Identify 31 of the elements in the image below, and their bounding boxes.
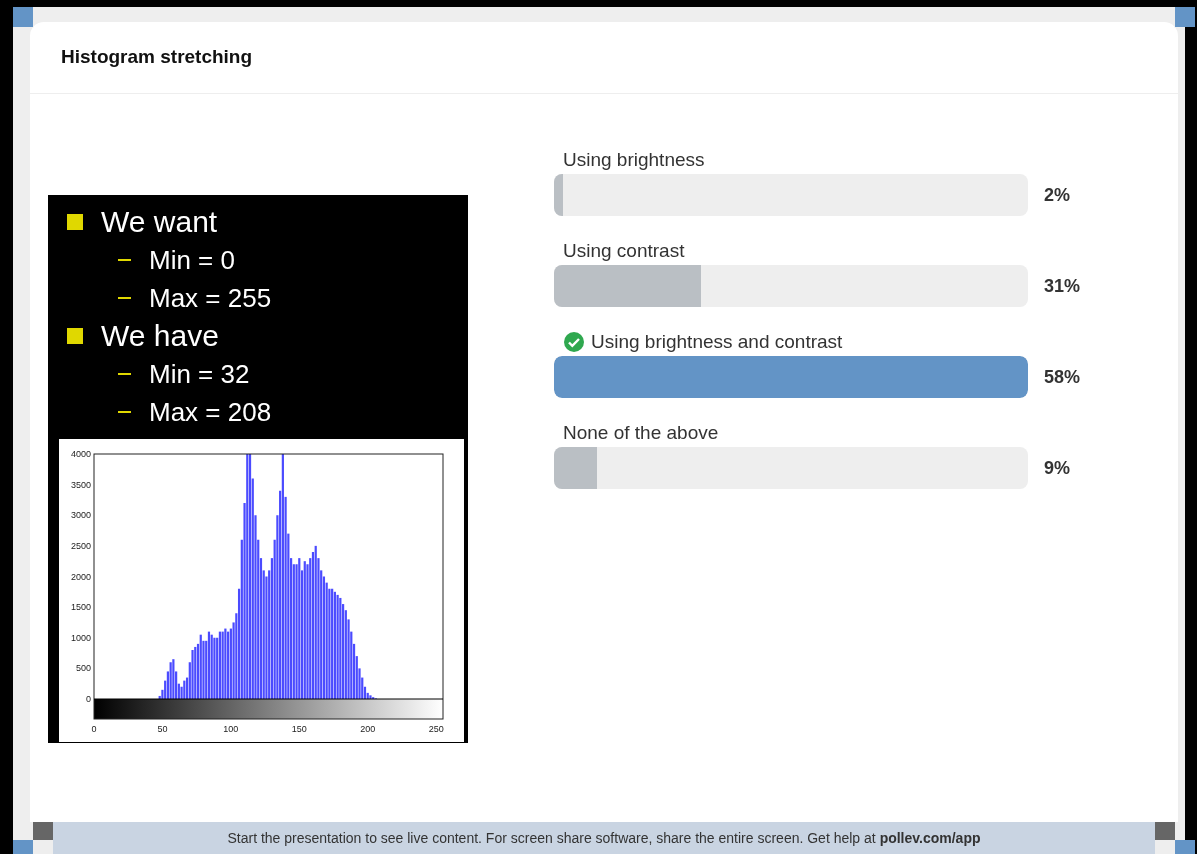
bullet-text: Max = 208 xyxy=(149,399,272,425)
percent-label: 31% xyxy=(1044,274,1081,298)
x-tick-label: 250 xyxy=(428,724,444,734)
percent-label: 9% xyxy=(1044,456,1070,480)
x-tick-label: 150 xyxy=(291,724,307,734)
option-label: None of the above xyxy=(563,420,719,445)
y-tick-label: 4000 xyxy=(70,449,91,459)
option-label: Using brightness xyxy=(563,147,705,172)
poll-title: Histogram stretching xyxy=(61,45,253,70)
option-label: Using brightness and contrast xyxy=(591,329,843,354)
y-tick-label: 1000 xyxy=(70,632,91,643)
bullet-text: Max = 255 xyxy=(149,285,272,311)
y-tick-label: 500 xyxy=(75,663,91,674)
percent-label: 58% xyxy=(1044,365,1081,389)
x-tick-label: 50 xyxy=(157,724,168,734)
percent-label: 2% xyxy=(1044,183,1070,207)
bullet-text: Min = 32 xyxy=(149,361,250,387)
footer-message: Start the presentation to see live content. For screen share software, share the entire screen. Get help at pollev.com/app xyxy=(227,828,981,848)
bullet-text: Min = 0 xyxy=(149,247,235,273)
y-tick-label: 1500 xyxy=(70,602,91,613)
x-tick-label: 0 xyxy=(91,724,97,734)
x-tick-label: 200 xyxy=(360,724,376,734)
bullet-text: We have xyxy=(101,321,219,351)
y-tick-label: 3000 xyxy=(70,510,91,521)
y-tick-label: 2000 xyxy=(70,571,91,582)
bullet-text: We want xyxy=(101,207,218,237)
y-tick-label: 2500 xyxy=(70,540,91,551)
y-tick-label: 0 xyxy=(86,694,91,704)
option-label: Using contrast xyxy=(563,238,685,263)
x-tick-label: 100 xyxy=(223,724,239,734)
y-tick-label: 3500 xyxy=(70,479,91,490)
